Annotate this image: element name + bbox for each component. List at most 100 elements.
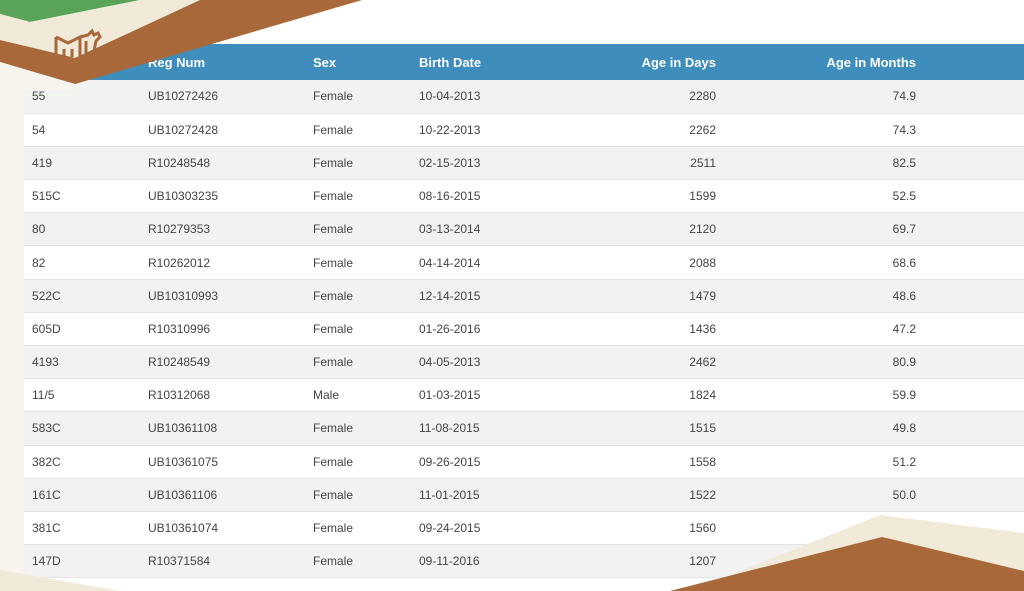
cell-birth-date: 04-14-2014 (419, 255, 481, 270)
cell-birth-date: 09-26-2015 (419, 454, 481, 469)
table-row[interactable]: 419 R10248548 Female 02-15-2013 2511 82.5 (24, 146, 1024, 180)
cell-birth-date: 04-05-2013 (419, 355, 481, 370)
cell-extra (924, 312, 1024, 345)
table-row[interactable]: 54 UB10272428 Female 10-22-2013 2262 74.3 (24, 113, 1024, 147)
cell-sex: Female (313, 487, 354, 502)
cell-age-months: 47.2 (892, 321, 916, 336)
header-age-months[interactable]: Age in Months (724, 44, 924, 80)
table-row[interactable]: 11/5 R10312068 Male 01-03-2015 1824 59.9 (24, 378, 1024, 412)
cell-id: 382C (32, 454, 61, 469)
cell-extra (924, 545, 1024, 578)
cell-reg-num: UB10303235 (148, 189, 219, 204)
cell-sex: Female (313, 122, 354, 137)
table-row[interactable]: 515C UB10303235 Female 08-16-2015 1599 52.5 (24, 179, 1024, 213)
cell-birth-date: 12-14-2015 (419, 288, 481, 303)
cell-extra (924, 180, 1024, 213)
table-row[interactable]: 80 R10279353 Female 03-13-2014 2120 69.7 (24, 212, 1024, 246)
cell-extra (924, 146, 1024, 179)
cell-age-days: 1599 (689, 189, 716, 204)
cell-sex: Female (313, 255, 354, 270)
cell-id: 4193 (32, 355, 59, 370)
cell-age-months: 82.5 (892, 155, 916, 170)
header-age-days[interactable]: Age in Days (561, 44, 724, 80)
cell-age-months: 68.6 (892, 255, 916, 270)
header-sex[interactable]: Sex (305, 44, 411, 80)
cell-age-days: 2462 (689, 355, 716, 370)
cell-sex: Female (313, 155, 354, 170)
header-birth-date[interactable]: Birth Date (411, 44, 561, 80)
cell-age-days: 2280 (689, 89, 716, 104)
cell-age-days: 1522 (689, 487, 716, 502)
cell-age-days: 1560 (689, 521, 716, 536)
cell-id: 11/5 (32, 388, 55, 403)
cell-sex: Female (313, 521, 354, 536)
cell-reg-num: UB10272426 (148, 89, 219, 104)
top-link[interactable]: o (250, 16, 257, 31)
cell-age-months: 49.8 (892, 421, 916, 436)
table-row[interactable]: 522C UB10310993 Female 12-14-2015 1479 48.6 (24, 279, 1024, 313)
cell-extra (924, 80, 1024, 113)
cell-age-days: 1824 (689, 388, 716, 403)
table-row[interactable]: 4193 R10248549 Female 04-05-2013 2462 80.9 (24, 345, 1024, 379)
table-row[interactable]: 161C UB10361106 Female 11-01-2015 1522 50.0 (24, 478, 1024, 512)
table-row[interactable]: 82 R10262012 Female 04-14-2014 2088 68.6 (24, 245, 1024, 280)
cell-birth-date: 10-22-2013 (419, 122, 481, 137)
cell-reg-num: R10310996 (148, 321, 211, 336)
cell-age-days: 1207 (689, 554, 716, 569)
table-row[interactable]: 147D R10371584 Female 09-11-2016 1207 (24, 544, 1024, 578)
cell-sex: Female (313, 454, 354, 469)
cell-age-days: 1436 (689, 321, 716, 336)
cell-sex: Female (313, 288, 354, 303)
cell-sex: Female (313, 89, 354, 104)
table-row[interactable]: 382C UB10361075 Female 09-26-2015 1558 51.2 (24, 445, 1024, 479)
cell-id: 161C (32, 487, 61, 502)
cell-age-days: 2511 (690, 155, 716, 170)
cell-sex: Female (313, 355, 354, 370)
table-row[interactable]: 381C UB10361074 Female 09-24-2015 1560 51.3 (24, 511, 1024, 545)
cell-age-months: 69.7 (892, 222, 916, 237)
cell-reg-num: R10371584 (148, 554, 211, 569)
cell-age-days: 1558 (689, 454, 716, 469)
cell-id: 522C (32, 288, 61, 303)
cell-age-days: 2262 (689, 122, 716, 137)
cell-birth-date: 11-08-2015 (419, 421, 480, 436)
cell-birth-date: 08-16-2015 (419, 189, 481, 204)
table-header-row: Reg Num Sex Birth Date Age in Days Age i… (24, 44, 1024, 80)
cell-age-months: 74.3 (892, 122, 916, 137)
cell-birth-date: 09-24-2015 (419, 521, 481, 536)
cell-sex: Female (313, 554, 354, 569)
cell-extra (924, 213, 1024, 246)
cell-sex: Female (313, 421, 354, 436)
cell-birth-date: 03-13-2014 (419, 222, 481, 237)
cell-extra (924, 478, 1024, 511)
table-row[interactable]: 605D R10310996 Female 01-26-2016 1436 47.2 (24, 312, 1024, 346)
cell-age-months: 80.9 (892, 355, 916, 370)
cattle-table: Reg Num Sex Birth Date Age in Days Age i… (24, 44, 1024, 578)
table-row[interactable]: 583C UB10361108 Female 11-08-2015 1515 49.8 (24, 411, 1024, 446)
cell-reg-num: UB10361075 (148, 454, 219, 469)
table-body: 55 UB10272426 Female 10-04-2013 2280 74.9 54 UB… (24, 80, 1024, 578)
cattle-table-container: Reg Num Sex Birth Date Age in Days Age i… (24, 44, 1024, 578)
cell-age-months: 52.5 (892, 189, 916, 204)
cell-age-days: 1515 (689, 421, 716, 436)
cell-id: 381C (32, 521, 61, 536)
cell-id: 583C (32, 421, 61, 436)
cattle-ranch-logo-icon (54, 28, 102, 58)
cell-extra (924, 113, 1024, 146)
header-reg-num[interactable]: Reg Num (140, 44, 305, 80)
cell-id: 82 (32, 255, 46, 270)
cell-id: 80 (32, 222, 46, 237)
cell-age-months: 74.9 (892, 89, 916, 104)
table-row[interactable]: 55 UB10272426 Female 10-04-2013 2280 74.9 (24, 80, 1024, 114)
cell-reg-num: R10248549 (148, 355, 211, 370)
cell-reg-num: R10312068 (148, 388, 211, 403)
cell-sex: Male (313, 388, 340, 403)
cell-reg-num: UB10361074 (148, 521, 219, 536)
header-extra[interactable]: A (924, 44, 1024, 80)
cell-extra (924, 412, 1024, 445)
cell-id: 605D (32, 321, 61, 336)
cell-sex: Female (313, 321, 354, 336)
cell-id: 147D (32, 554, 61, 569)
cell-extra (924, 346, 1024, 379)
cell-reg-num: R10248548 (148, 155, 211, 170)
